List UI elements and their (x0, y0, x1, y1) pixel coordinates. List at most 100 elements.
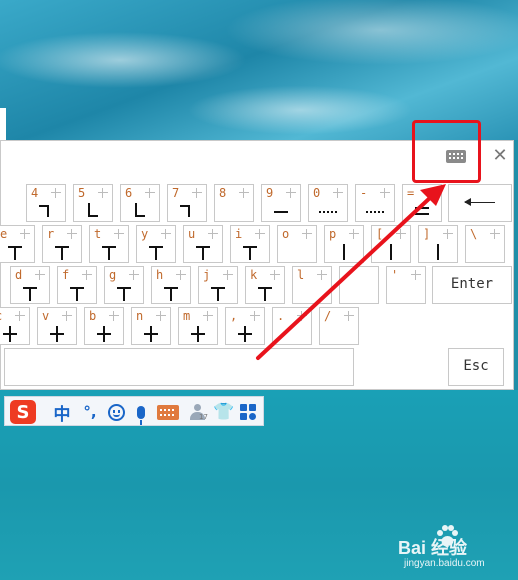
key-char: y (141, 227, 149, 241)
key-char-53[interactable]: 5 (73, 184, 113, 222)
key-char-109[interactable]: m (178, 307, 218, 345)
stroke-zhe-glyph (178, 203, 196, 219)
key-char-121[interactable]: y (136, 225, 176, 263)
key-char-104[interactable]: h (151, 266, 191, 304)
skin-icon[interactable]: 👕 (213, 400, 235, 424)
enter-key[interactable]: Enter (432, 266, 512, 304)
emoji-icon[interactable] (105, 400, 127, 424)
shift-stroke-hint (62, 311, 72, 321)
key-char: v (42, 309, 50, 323)
key-char: t (94, 227, 102, 241)
shift-stroke-hint (35, 270, 45, 280)
shift-stroke-hint (208, 229, 218, 239)
key-char-46[interactable]: . (272, 307, 312, 345)
shift-stroke-hint (286, 188, 296, 198)
key-char: k (250, 268, 258, 282)
key-char-108[interactable]: l (292, 266, 332, 304)
key-char: l (297, 268, 305, 282)
ime-status-bar: S 中 °, 17 👕 (4, 396, 264, 426)
window-edge (0, 108, 6, 140)
key-char: e (0, 227, 8, 241)
key-char-47[interactable]: / (319, 307, 359, 345)
key-char-52[interactable]: 4 (26, 184, 66, 222)
key-char-44[interactable]: , (225, 307, 265, 345)
key-char: u (188, 227, 196, 241)
key-char-118[interactable]: v (37, 307, 77, 345)
sogou-logo-icon[interactable]: S (10, 400, 36, 424)
soft-keyboard-icon[interactable] (155, 400, 181, 424)
stroke-plus-glyph (142, 326, 160, 342)
key-char-91[interactable]: [ (371, 225, 411, 263)
shift-stroke-hint (176, 270, 186, 280)
close-button[interactable]: ✕ (490, 146, 510, 166)
key-char: r (47, 227, 55, 241)
baidu-paw-icon (437, 525, 458, 546)
shift-stroke-hint (427, 188, 437, 198)
key-char-39[interactable]: ' (386, 266, 426, 304)
user-badge: 17 (199, 413, 208, 421)
shift-stroke-hint (161, 229, 171, 239)
punctuation-toggle[interactable]: °, (77, 400, 103, 424)
shift-stroke-hint (239, 188, 249, 198)
key-char-110[interactable]: n (131, 307, 171, 345)
shift-stroke-hint (192, 188, 202, 198)
key-char: 4 (31, 186, 39, 200)
key-char-54[interactable]: 6 (120, 184, 160, 222)
stroke-tee-glyph (53, 244, 71, 260)
key-char: ] (423, 227, 431, 241)
key-char-100[interactable]: d (10, 266, 50, 304)
stroke-corner-glyph (131, 203, 149, 219)
key-char-99[interactable]: c (0, 307, 30, 345)
key-char: i (235, 227, 243, 241)
key-char: h (156, 268, 164, 282)
key-char: f (62, 268, 70, 282)
enter-key-label: Enter (450, 276, 494, 292)
key-char-107[interactable]: k (245, 266, 285, 304)
key-char-111[interactable]: o (277, 225, 317, 263)
watermark-site: jingyan.baidu.com (404, 558, 485, 569)
key-char-105[interactable]: i (230, 225, 270, 263)
toolbox-icon[interactable] (237, 400, 259, 424)
key-char-61[interactable]: = (402, 184, 442, 222)
key-char: , (230, 309, 238, 323)
key-char-93[interactable]: ] (418, 225, 458, 263)
key-char-57[interactable]: 9 (261, 184, 301, 222)
shift-stroke-hint (98, 188, 108, 198)
key-char: ' (391, 268, 399, 282)
key-char-101[interactable]: e (0, 225, 35, 263)
shift-stroke-hint (223, 270, 233, 280)
key-char-48[interactable]: 0 (308, 184, 348, 222)
key-char-114[interactable]: r (42, 225, 82, 263)
key-blank[interactable] (339, 266, 379, 304)
key-char: j (203, 268, 211, 282)
space-key[interactable] (4, 348, 354, 386)
stroke-shu-glyph (429, 244, 447, 260)
key-char-116[interactable]: t (89, 225, 129, 263)
key-char-117[interactable]: u (183, 225, 223, 263)
key-char-106[interactable]: j (198, 266, 238, 304)
esc-key[interactable]: Esc (448, 348, 504, 386)
key-char: = (407, 186, 415, 200)
shift-stroke-hint (396, 229, 406, 239)
key-char-92[interactable]: \ (465, 225, 505, 263)
key-char: \ (470, 227, 478, 241)
language-toggle[interactable]: 中 (51, 400, 73, 425)
key-char-45[interactable]: - (355, 184, 395, 222)
backspace-key[interactable] (448, 184, 512, 222)
key-char-102[interactable]: f (57, 266, 97, 304)
key-char-98[interactable]: b (84, 307, 124, 345)
shift-stroke-hint (255, 229, 265, 239)
shift-stroke-hint (302, 229, 312, 239)
stroke-tee-glyph (194, 244, 212, 260)
key-char: / (324, 309, 332, 323)
stroke-dbl-glyph (413, 203, 431, 219)
mic-icon[interactable] (131, 400, 151, 425)
key-char-112[interactable]: p (324, 225, 364, 263)
key-char-103[interactable]: g (104, 266, 144, 304)
stroke-tee-glyph (256, 285, 274, 301)
stroke-tee-glyph (68, 285, 86, 301)
shift-stroke-hint (51, 188, 61, 198)
key-char-56[interactable]: 8 (214, 184, 254, 222)
key-char-55[interactable]: 7 (167, 184, 207, 222)
key-char: m (183, 309, 191, 323)
